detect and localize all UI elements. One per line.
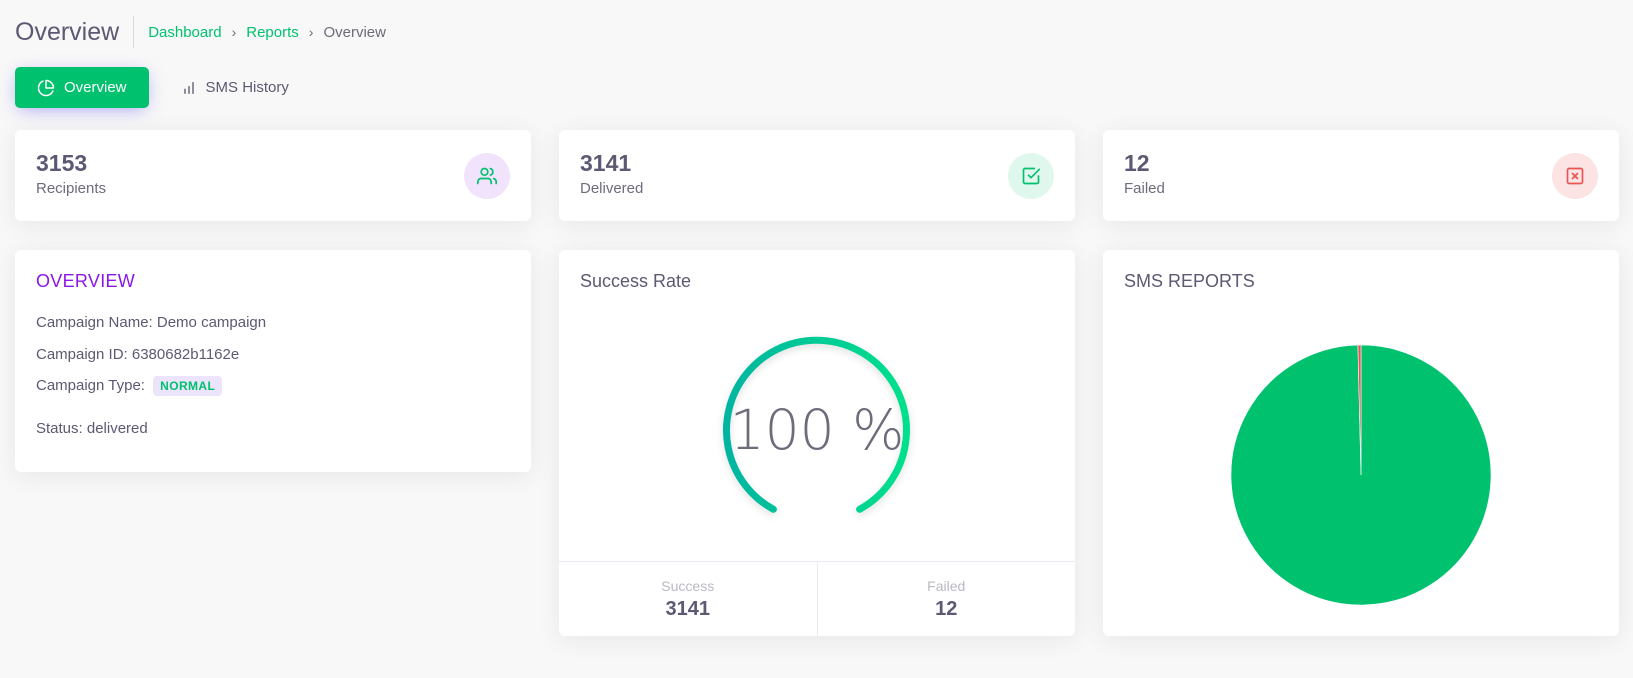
tab-sms-history-label: SMS History (205, 79, 289, 96)
stat-icon-circle (1008, 153, 1054, 199)
failed-stat: Failed 12 (816, 562, 1076, 636)
campaign-type-row: Campaign Type: NORMAL (36, 376, 223, 396)
stat-card-recipients: 3153 Recipients (15, 130, 531, 221)
tab-overview-label: Overview (64, 79, 127, 96)
overview-card: OVERVIEW Campaign Name: Demo campaign Ca… (15, 250, 531, 472)
tabs: Overview SMS History (15, 67, 311, 108)
tab-sms-history[interactable]: SMS History (159, 67, 311, 108)
page-title: Overview (15, 16, 135, 48)
breadcrumb-reports[interactable]: Reports (246, 24, 299, 41)
success-percent: 100 % (729, 398, 905, 462)
breadcrumb-current: Overview (323, 23, 386, 41)
success-value: 3141 (665, 598, 711, 620)
success-footer: Success 3141 Failed 12 (559, 561, 1075, 636)
x-square-icon (1566, 167, 1584, 185)
users-icon (477, 167, 497, 185)
success-stat: Success 3141 (559, 562, 817, 636)
tab-overview[interactable]: Overview (15, 67, 149, 108)
stat-card-delivered: 3141 Delivered (559, 130, 1075, 221)
check-square-icon (1022, 167, 1041, 185)
campaign-id: Campaign ID: 6380682b1162e (36, 346, 240, 363)
breadcrumb-dashboard[interactable]: Dashboard (148, 24, 221, 41)
stat-icon-circle (464, 153, 510, 199)
stat-label: Delivered (580, 180, 644, 197)
stat-card-failed: 12 Failed (1103, 130, 1619, 221)
bar-chart-icon (183, 81, 194, 94)
success-rate-card: Success Rate 100 % Success 3141 Failed 1… (559, 250, 1075, 636)
stat-value: 3153 (36, 150, 88, 176)
overview-title: OVERVIEW (36, 271, 136, 291)
stat-value: 3141 (580, 150, 632, 176)
chevron-right-icon: › (308, 24, 314, 40)
campaign-type-label: Campaign Type: (36, 377, 145, 394)
campaign-type-badge: NORMAL (153, 376, 223, 396)
failed-label: Failed (927, 578, 966, 594)
chevron-right-icon: › (231, 24, 237, 40)
stat-value: 12 (1124, 150, 1150, 176)
failed-value: 12 (935, 598, 958, 620)
sms-reports-card: SMS REPORTS (1103, 250, 1619, 636)
sms-reports-pie-chart (1230, 344, 1492, 606)
stat-label: Recipients (36, 180, 107, 197)
success-label: Success (661, 578, 715, 594)
campaign-status: Status: delivered (36, 420, 148, 437)
stat-icon-circle (1552, 153, 1598, 199)
page-header: Overview Dashboard › Reports › Overview (15, 14, 386, 50)
breadcrumb: Dashboard › Reports › Overview (148, 24, 386, 41)
campaign-name: Campaign Name: Demo campaign (36, 314, 267, 331)
stat-label: Failed (1124, 180, 1165, 197)
pie-chart-icon (37, 79, 55, 96)
